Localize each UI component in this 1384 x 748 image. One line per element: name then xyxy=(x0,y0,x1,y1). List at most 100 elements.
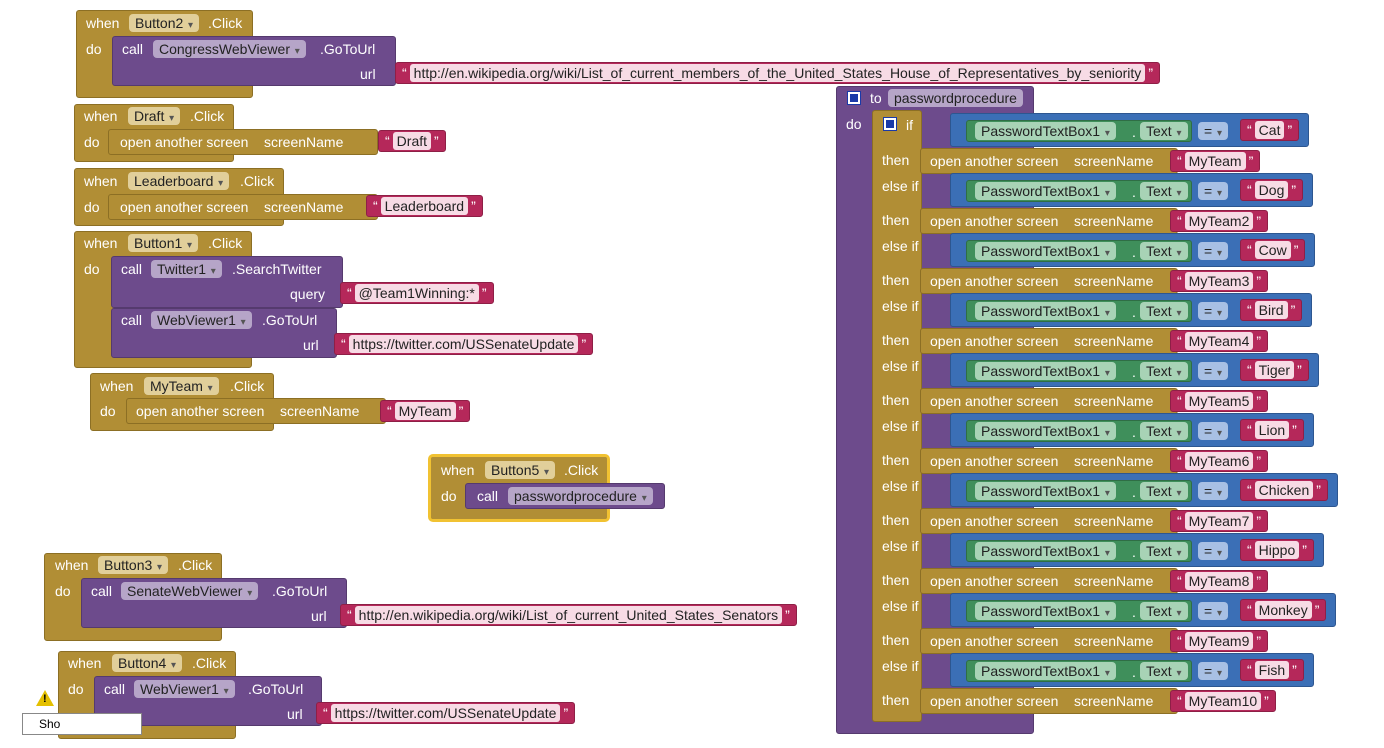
component-dropdown[interactable]: Button1 xyxy=(128,234,199,252)
password-text-block[interactable]: “Chicken” xyxy=(1240,479,1328,501)
component-dropdown[interactable]: PasswordTextBox1 xyxy=(975,302,1116,320)
screen-name-text[interactable]: “MyTeam6” xyxy=(1170,450,1269,472)
property-dropdown[interactable]: Text xyxy=(1140,182,1188,200)
param-label: url xyxy=(287,706,303,722)
component-dropdown[interactable]: PasswordTextBox1 xyxy=(975,182,1116,200)
event-label: .Click xyxy=(190,108,225,124)
component-dropdown[interactable]: PasswordTextBox1 xyxy=(975,242,1116,260)
param-label: screenName xyxy=(1074,513,1154,529)
text-value: MyTeam xyxy=(1184,152,1246,170)
screen-name-text[interactable]: “MyTeam8” xyxy=(1170,570,1269,592)
property-dropdown[interactable]: Text xyxy=(1140,302,1188,320)
operator-dropdown[interactable]: = xyxy=(1198,482,1228,500)
property-dropdown[interactable]: Text xyxy=(1140,242,1188,260)
then-label: then xyxy=(882,512,910,528)
then-label: then xyxy=(882,332,910,348)
operator-dropdown[interactable]: = xyxy=(1198,422,1228,440)
query-text-block[interactable]: “@Team1Winning:*” xyxy=(340,282,494,304)
text-value: MyTeam3 xyxy=(1184,272,1254,290)
url-text-block[interactable]: “http://en.wikipedia.org/wiki/List_of_cu… xyxy=(395,62,1160,84)
screen-name-text[interactable]: “MyTeam9” xyxy=(1170,630,1269,652)
screen-name-text[interactable]: “MyTeam7” xyxy=(1170,510,1269,532)
screen-name-text[interactable]: “MyTeam10” xyxy=(1170,690,1276,712)
show-warnings-button[interactable]: Sho xyxy=(22,713,142,735)
component-dropdown[interactable]: PasswordTextBox1 xyxy=(975,362,1116,380)
password-text-block[interactable]: “Bird” xyxy=(1240,299,1303,321)
url-text-block[interactable]: “http://en.wikipedia.org/wiki/List_of_cu… xyxy=(340,604,797,626)
text-value: MyTeam4 xyxy=(1184,332,1254,350)
password-text-block[interactable]: “Dog” xyxy=(1240,179,1304,201)
operator-dropdown[interactable]: = xyxy=(1198,302,1228,320)
operator-dropdown[interactable]: = xyxy=(1198,122,1228,140)
text-value: http://en.wikipedia.org/wiki/List_of_cur… xyxy=(409,64,1146,82)
dot-label: . xyxy=(1132,424,1136,440)
component-dropdown[interactable]: SenateWebViewer xyxy=(121,582,259,600)
component-dropdown[interactable]: Leaderboard xyxy=(128,172,230,190)
component-dropdown[interactable]: MyTeam xyxy=(144,377,219,395)
component-dropdown[interactable]: CongressWebViewer xyxy=(153,40,306,58)
operator-dropdown[interactable]: = xyxy=(1198,182,1228,200)
screen-name-text[interactable]: “MyTeam” xyxy=(380,400,471,422)
action-label: open another screen xyxy=(930,393,1059,409)
screen-name-text[interactable]: “MyTeam4” xyxy=(1170,330,1269,352)
screen-name-text[interactable]: “MyTeam5” xyxy=(1170,390,1269,412)
property-dropdown[interactable]: Text xyxy=(1140,662,1188,680)
component-dropdown[interactable]: WebViewer1 xyxy=(134,680,235,698)
component-dropdown[interactable]: Button5 xyxy=(485,461,556,479)
screen-name-text[interactable]: “MyTeam” xyxy=(1170,150,1261,172)
component-dropdown[interactable]: Button4 xyxy=(112,654,183,672)
property-dropdown[interactable]: Text xyxy=(1140,362,1188,380)
param-label: screenName xyxy=(1074,633,1154,649)
password-text-block[interactable]: “Monkey” xyxy=(1240,599,1327,621)
screen-name-text[interactable]: “Draft” xyxy=(378,130,446,152)
component-dropdown[interactable]: PasswordTextBox1 xyxy=(975,422,1116,440)
else-if-label: else if xyxy=(882,478,919,494)
password-text-block[interactable]: “Hippo” xyxy=(1240,539,1314,561)
password-text-block[interactable]: “Fish” xyxy=(1240,659,1304,681)
component-dropdown[interactable]: Button2 xyxy=(129,14,200,32)
component-dropdown[interactable]: Button3 xyxy=(98,556,169,574)
call-label: call xyxy=(477,488,499,504)
operator-dropdown[interactable]: = xyxy=(1198,542,1228,560)
text-value: Lion xyxy=(1254,421,1290,439)
operator-dropdown[interactable]: = xyxy=(1198,362,1228,380)
url-text-block[interactable]: “https://twitter.com/USSenateUpdate” xyxy=(334,333,594,355)
component-dropdown[interactable]: PasswordTextBox1 xyxy=(975,662,1116,680)
warning-icon[interactable]: ! xyxy=(36,690,54,706)
method-label: .GoToUrl xyxy=(248,681,304,697)
screen-name-text[interactable]: “MyTeam3” xyxy=(1170,270,1269,292)
property-dropdown[interactable]: Text xyxy=(1140,542,1188,560)
dot-label: . xyxy=(1132,484,1136,500)
call-label: call xyxy=(91,583,113,599)
password-text-block[interactable]: “Cow” xyxy=(1240,239,1306,261)
property-dropdown[interactable]: Text xyxy=(1140,122,1188,140)
mutator-icon[interactable] xyxy=(847,91,861,105)
procedure-dropdown[interactable]: passwordprocedure xyxy=(508,487,653,505)
component-dropdown[interactable]: WebViewer1 xyxy=(151,311,252,329)
component-dropdown[interactable]: PasswordTextBox1 xyxy=(975,482,1116,500)
url-text-block[interactable]: “https://twitter.com/USSenateUpdate” xyxy=(316,702,576,724)
screen-name-text[interactable]: “MyTeam2” xyxy=(1170,210,1269,232)
text-value: Cow xyxy=(1254,241,1291,259)
password-text-block[interactable]: “Lion” xyxy=(1240,419,1304,441)
component-dropdown[interactable]: Draft xyxy=(128,107,181,125)
component-dropdown[interactable]: PasswordTextBox1 xyxy=(975,542,1116,560)
property-dropdown[interactable]: Text xyxy=(1140,422,1188,440)
screen-name-text[interactable]: “Leaderboard” xyxy=(366,195,483,217)
component-dropdown[interactable]: PasswordTextBox1 xyxy=(975,602,1116,620)
param-label: screenName xyxy=(280,403,360,419)
password-text-block[interactable]: “Cat” xyxy=(1240,119,1300,141)
blocks-workspace[interactable]: when Button2 .Click do call CongressWebViewer… xyxy=(0,0,1384,748)
component-dropdown[interactable]: PasswordTextBox1 xyxy=(975,122,1116,140)
operator-dropdown[interactable]: = xyxy=(1198,242,1228,260)
action-label: open another screen xyxy=(136,403,265,419)
password-text-block[interactable]: “Tiger” xyxy=(1240,359,1309,381)
operator-dropdown[interactable]: = xyxy=(1198,662,1228,680)
mutator-icon[interactable] xyxy=(883,117,897,131)
operator-dropdown[interactable]: = xyxy=(1198,602,1228,620)
property-dropdown[interactable]: Text xyxy=(1140,482,1188,500)
else-if-label: else if xyxy=(882,658,919,674)
component-dropdown[interactable]: Twitter1 xyxy=(151,260,222,278)
when-label: when xyxy=(84,173,118,189)
property-dropdown[interactable]: Text xyxy=(1140,602,1188,620)
